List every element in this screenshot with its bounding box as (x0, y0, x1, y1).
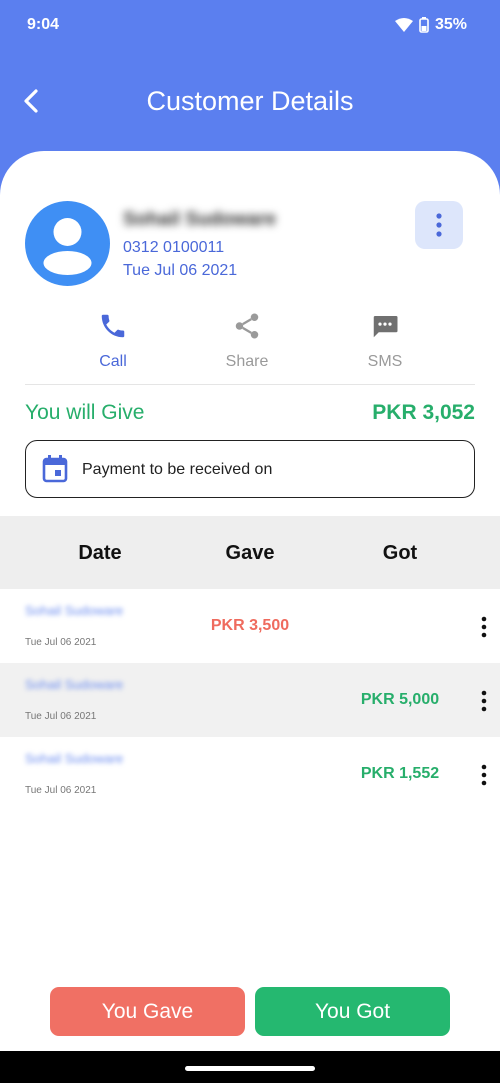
table-row[interactable]: Sohail Sudoware Tue Jul 06 2021 PKR 3,50… (0, 589, 500, 663)
app-header: Customer Details (0, 70, 500, 134)
battery-level: 35% (434, 16, 467, 33)
transactions-header: Date Gave Got (0, 516, 500, 589)
wifi-icon (394, 18, 413, 32)
got-column-header: Got (382, 542, 418, 564)
customer-menu-button[interactable] (415, 201, 463, 249)
status-icons: 35% (394, 16, 467, 34)
payment-date-label: Payment to be received on (82, 461, 273, 478)
call-button[interactable]: Call (68, 311, 158, 371)
avatar (25, 201, 110, 286)
share-label: Share (225, 353, 269, 370)
contact-actions: Call Share SMS (0, 311, 500, 381)
row-customer-name: Sohail Sudoware (25, 677, 124, 692)
table-row[interactable]: Sohail Sudoware Tue Jul 06 2021 PKR 5,00… (0, 663, 500, 737)
sms-button[interactable]: SMS (340, 311, 430, 371)
row-more-icon[interactable] (474, 615, 494, 639)
balance-amount: PKR 3,052 (372, 401, 475, 424)
table-row[interactable]: Sohail Sudoware Tue Jul 06 2021 PKR 1,55… (0, 737, 500, 811)
row-date: Tue Jul 06 2021 (25, 785, 97, 796)
row-date: Tue Jul 06 2021 (25, 637, 97, 648)
more-vertical-icon (436, 213, 442, 237)
you-gave-button[interactable]: You Gave (50, 987, 245, 1036)
you-got-button[interactable]: You Got (255, 987, 450, 1036)
share-button[interactable]: Share (202, 311, 292, 371)
calendar-icon (42, 455, 68, 483)
page-title: Customer Details (146, 86, 354, 116)
share-icon (235, 313, 259, 339)
customer-sheet: Sohail Sudoware 0312 0100011 Tue Jul 06 … (0, 151, 500, 1051)
customer-name: Sohail Sudoware (123, 209, 277, 230)
row-customer-name: Sohail Sudoware (25, 603, 124, 618)
system-nav-bar (0, 1051, 500, 1083)
balance-label: You will Give (25, 401, 145, 424)
row-got-amount: PKR 5,000 (360, 691, 440, 708)
status-bar: 9:04 35% (0, 0, 500, 50)
person-icon (43, 218, 92, 275)
date-column-header: Date (78, 542, 122, 564)
customer-date: Tue Jul 06 2021 (123, 262, 238, 279)
phone-icon (101, 314, 125, 338)
row-got-amount: PKR 1,552 (360, 765, 440, 782)
battery-icon (419, 17, 429, 33)
row-gave-amount: PKR 3,500 (210, 617, 290, 634)
status-time: 9:04 (27, 16, 60, 33)
row-more-icon[interactable] (474, 763, 494, 787)
payment-date-field[interactable]: Payment to be received on (25, 440, 475, 498)
sms-label: SMS (367, 353, 403, 370)
row-date: Tue Jul 06 2021 (25, 711, 97, 722)
home-gesture-handle[interactable] (185, 1066, 315, 1071)
sms-icon (373, 316, 398, 338)
divider (25, 384, 475, 385)
customer-phone: 0312 0100011 (123, 239, 225, 256)
gave-column-header: Gave (225, 542, 275, 564)
call-label: Call (99, 353, 127, 370)
row-more-icon[interactable] (474, 689, 494, 713)
row-customer-name: Sohail Sudoware (25, 751, 124, 766)
